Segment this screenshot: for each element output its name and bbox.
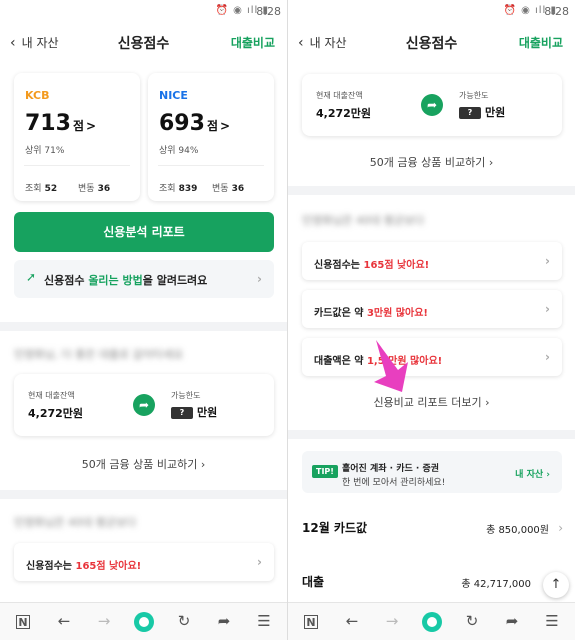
share-icon[interactable]: ➦ — [213, 612, 235, 630]
loan-card[interactable]: 현재 대출잔액 4,272만원 ➦ 가능한도 ? 만원 — [14, 374, 274, 436]
loan-total-row[interactable]: 대출 총 42,717,000 — [302, 573, 563, 593]
summary-value: 총 42,717,000 — [461, 579, 531, 590]
section-gap — [0, 490, 287, 499]
balance-value: 4,272만원 — [316, 107, 372, 120]
naver-n-icon[interactable]: N — [16, 615, 30, 629]
home-circle-icon[interactable] — [134, 612, 154, 632]
share-icon[interactable]: ➦ — [501, 612, 523, 630]
views-stat: 조회 839 — [159, 184, 198, 194]
section-gap — [288, 430, 575, 439]
rank-text: 상위 71% — [25, 146, 65, 156]
credit-report-button[interactable]: 신용분석 리포트 — [14, 212, 274, 252]
change-stat: 변동 36 — [212, 184, 245, 194]
divider — [24, 165, 130, 166]
score-value: 713 — [25, 111, 71, 136]
share-arrow-icon: ➦ — [421, 94, 443, 116]
balance-value: 4,272만원 — [28, 407, 84, 420]
app-header: ‹ 내 자산 신용점수 대출비교 — [0, 26, 287, 60]
summary-value: 총 850,000원 — [486, 525, 549, 536]
blurred-heading: 민영화님은 40대 평균보다 — [14, 516, 137, 529]
menu-icon[interactable]: ☰ — [253, 612, 275, 630]
refresh-icon[interactable]: ↻ — [173, 612, 195, 630]
chevron-right-icon: › — [558, 521, 563, 535]
limit-label: 가능한도 — [171, 391, 201, 400]
rank-text: 상위 94% — [159, 146, 199, 156]
back-arrow-icon[interactable]: ← — [53, 612, 75, 630]
chevron-right-icon: › — [545, 350, 550, 364]
tip-line-2: 한 번에 모아서 관리하세요! — [342, 478, 446, 488]
agency-label: NICE — [159, 89, 188, 102]
issue-row-card[interactable]: 카드값은 약 3만원 많아요! › — [302, 290, 562, 328]
chevron-right-icon: › — [257, 272, 262, 286]
divider — [158, 165, 264, 166]
my-assets-link[interactable]: 내 자산 › — [515, 467, 550, 480]
refresh-icon[interactable]: ↻ — [461, 612, 483, 630]
views-stat: 조회 52 — [25, 184, 58, 194]
section-gap — [288, 186, 575, 195]
score-card-kcb[interactable]: KCB 713 점 > 상위 71% 조회 52 변동 36 — [14, 73, 140, 201]
pointer-arrow-icon — [374, 340, 408, 392]
agency-label: KCB — [25, 89, 50, 102]
chevron-right-icon: > — [85, 119, 97, 133]
left-screen: ⏰ ◉ ıll ▮ 8:28 ‹ 내 자산 신용점수 대출비교 KCB 713 점… — [0, 0, 287, 640]
tip-line-1: 흩어진 계좌 · 카드 · 증권 — [342, 464, 440, 474]
balance-label: 현재 대출잔액 — [28, 391, 75, 400]
chevron-right-icon: › — [545, 254, 550, 268]
share-arrow-icon: ➦ — [133, 394, 155, 416]
forward-arrow-icon[interactable]: → — [381, 612, 403, 630]
limit-value: ? 만원 — [459, 104, 505, 120]
blurred-heading: 민영화님은 40대 평균보다 — [302, 214, 425, 227]
chevron-right-icon: › — [257, 555, 262, 569]
bottom-nav: N ← → ↻ ➦ ☰ — [288, 602, 575, 640]
status-time: 8:28 — [256, 5, 281, 18]
trend-up-icon: ➚ — [26, 270, 37, 284]
score-unit: 점 — [72, 119, 84, 133]
back-arrow-icon[interactable]: ← — [341, 612, 363, 630]
naver-n-icon[interactable]: N — [304, 615, 318, 629]
tip-badge: TIP! — [312, 465, 338, 478]
compare-products-link[interactable]: 50개 금융 상품 비교하기 › — [288, 154, 575, 170]
change-stat: 변동 36 — [78, 184, 111, 194]
issue-text: 카드값은 약 3만원 많아요! — [314, 308, 428, 319]
issue-text: 신용점수는 165점 낮아요! — [314, 260, 430, 271]
right-screen: ⏰ ◉ ıll ▮ 8:28 ‹ 내 자산 신용점수 대출비교 현재 대출잔액 … — [288, 0, 575, 640]
loan-card[interactable]: 현재 대출잔액 4,272만원 ➦ 가능한도 ? 만원 — [302, 74, 562, 136]
score-card-nice[interactable]: NICE 693 점 > 상위 94% 조회 839 변동 36 — [148, 73, 274, 201]
issue-row-score[interactable]: 신용점수는 165점 낮아요! › — [14, 543, 274, 581]
bottom-nav: N ← → ↻ ➦ ☰ — [0, 602, 287, 640]
credit-score: 693 점 > — [159, 111, 230, 136]
issue-text: 신용점수는 165점 낮아요! — [26, 561, 142, 572]
credit-score: 713 점 > — [25, 111, 96, 136]
status-bar: ⏰ ◉ ıll ▮ 8:28 — [288, 0, 575, 24]
issue-row-score[interactable]: 신용점수는 165점 낮아요! › — [302, 242, 562, 280]
compare-products-link[interactable]: 50개 금융 상품 비교하기 › — [0, 456, 287, 472]
score-unit: 점 — [206, 119, 218, 133]
chevron-right-icon: › — [545, 302, 550, 316]
improve-score-row[interactable]: ➚ 신용점수 올리는 방법을 알려드려요 › — [14, 260, 274, 298]
home-circle-icon[interactable] — [422, 612, 442, 632]
status-bar: ⏰ ◉ ıll ▮ 8:28 — [0, 0, 287, 24]
blurred-heading: 민영화님, 더 좋은 대출로 갈아타세요 — [14, 348, 184, 361]
app-header: ‹ 내 자산 신용점수 대출비교 — [288, 26, 575, 60]
limit-value: ? 만원 — [171, 404, 217, 420]
section-gap — [0, 322, 287, 331]
forward-arrow-icon[interactable]: → — [93, 612, 115, 630]
scroll-top-button[interactable]: ↑ — [543, 572, 569, 598]
score-value: 693 — [159, 111, 205, 136]
loan-compare-link[interactable]: 대출비교 — [519, 34, 563, 51]
summary-title: 12월 카드값 — [302, 521, 368, 535]
chevron-right-icon: > — [219, 119, 231, 133]
status-time: 8:28 — [544, 5, 569, 18]
tip-banner[interactable]: TIP! 흩어진 계좌 · 카드 · 증권 한 번에 모아서 관리하세요! 내 … — [302, 451, 562, 493]
loan-compare-link[interactable]: 대출비교 — [231, 34, 275, 51]
card-bill-row[interactable]: 12월 카드값 총 850,000원 › — [302, 519, 563, 539]
summary-title: 대출 — [302, 575, 325, 589]
menu-icon[interactable]: ☰ — [541, 612, 563, 630]
more-report-link[interactable]: 신용비교 리포트 더보기 › — [288, 394, 575, 410]
limit-label: 가능한도 — [459, 91, 489, 100]
improve-score-text: 신용점수 올리는 방법을 알려드려요 — [44, 274, 208, 287]
issue-row-loan[interactable]: 대출액은 약 1,5 만원 많아요! › — [302, 338, 562, 376]
balance-label: 현재 대출잔액 — [316, 91, 363, 100]
